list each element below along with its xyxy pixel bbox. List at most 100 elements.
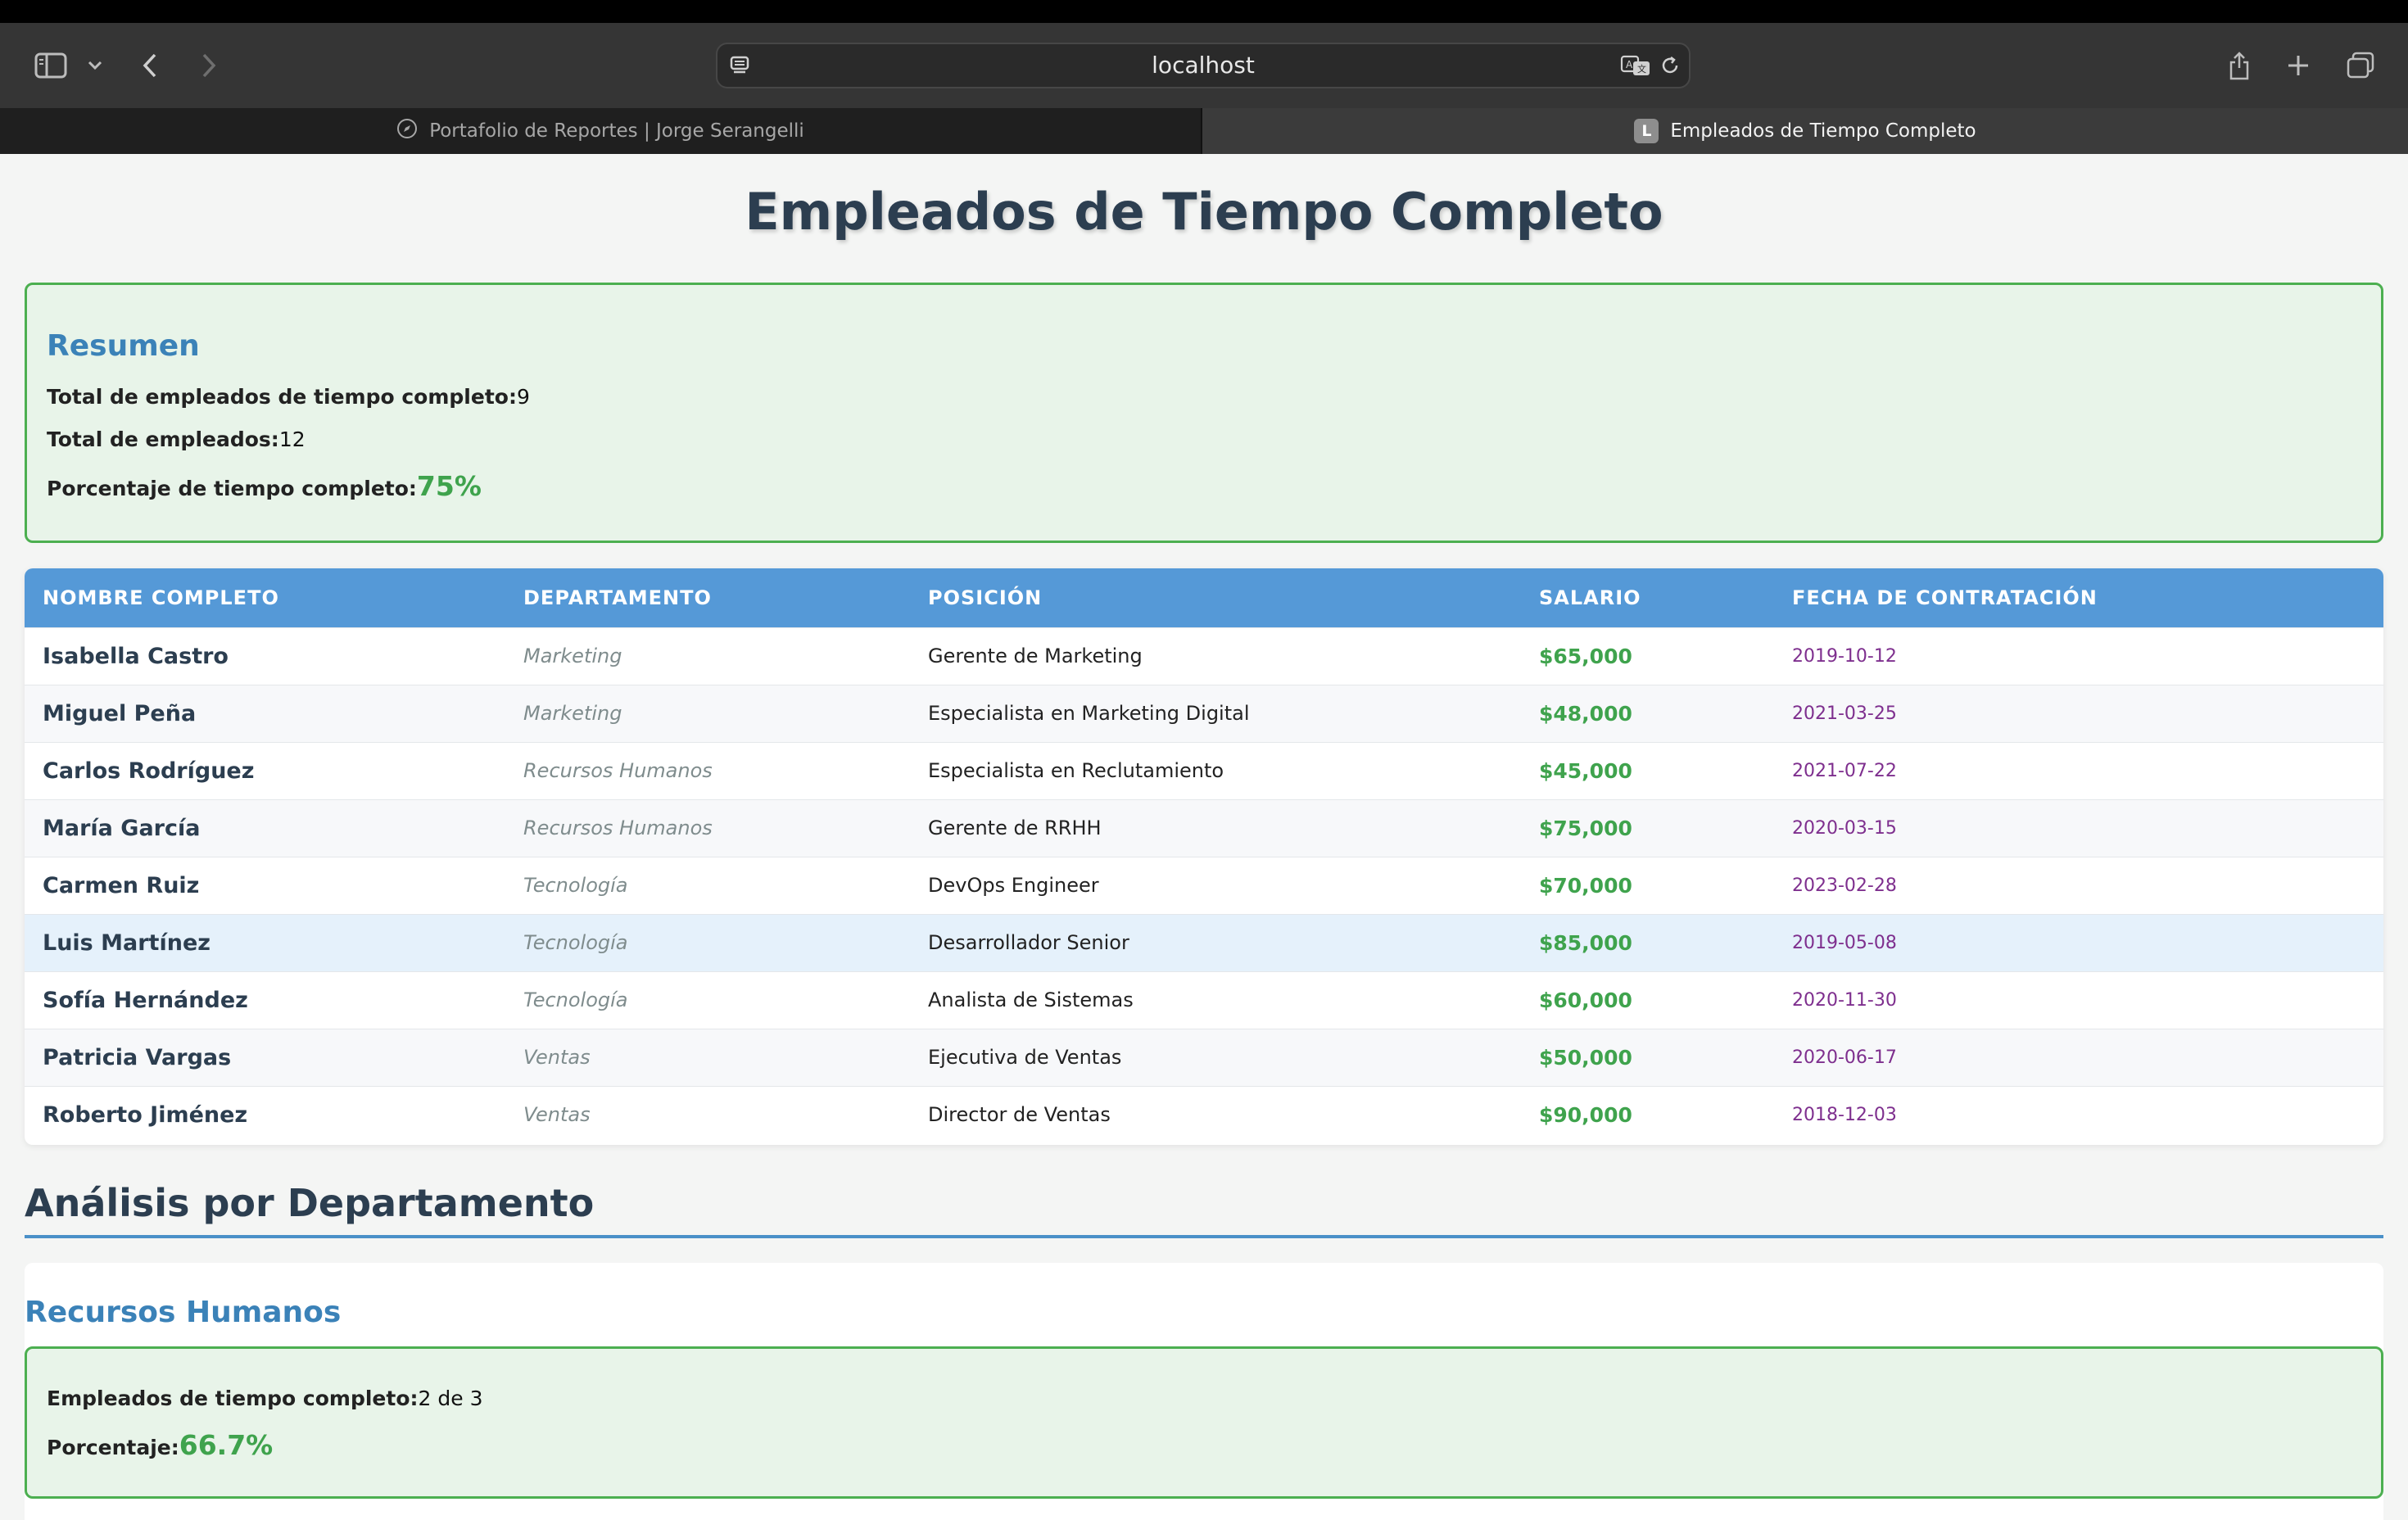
department-name: Recursos Humanos bbox=[25, 1296, 342, 1329]
tab-empleados[interactable]: L Empleados de Tiempo Completo bbox=[1202, 108, 2408, 154]
cell-salary: $65,000 bbox=[1539, 644, 1632, 668]
favicon-l-icon: L bbox=[1634, 119, 1659, 143]
share-icon[interactable] bbox=[2225, 23, 2254, 108]
full-time-total-label: Total de empleados de tiempo completo: bbox=[47, 385, 517, 409]
department-full-time-label: Empleados de tiempo completo: bbox=[47, 1387, 419, 1410]
table-row[interactable]: Patricia Vargas Ventas Ejecutiva de Vent… bbox=[25, 1029, 2383, 1086]
cell-department: Marketing bbox=[523, 645, 622, 667]
cell-salary: $85,000 bbox=[1539, 930, 1632, 955]
tab-label: Empleados de Tiempo Completo bbox=[1670, 120, 1976, 142]
cell-name: Sofía Hernández bbox=[43, 987, 248, 1013]
cell-name: Carmen Ruiz bbox=[43, 872, 200, 898]
full-time-percent-value: 75% bbox=[416, 470, 482, 502]
section-divider bbox=[25, 1235, 2383, 1238]
translate-icon[interactable]: A文 bbox=[1620, 44, 1653, 87]
table-row[interactable]: Miguel Peña Marketing Especialista en Ma… bbox=[25, 685, 2383, 742]
cell-hire-date: 2019-10-12 bbox=[1792, 645, 1897, 667]
full-time-total-line: Total de empleados de tiempo completo:9 bbox=[47, 385, 530, 409]
cell-hire-date: 2020-03-15 bbox=[1792, 817, 1897, 839]
cell-position: Especialista en Reclutamiento bbox=[928, 759, 1224, 782]
table-row[interactable]: Isabella Castro Marketing Gerente de Mar… bbox=[25, 627, 2383, 685]
employees-total-label: Total de empleados: bbox=[47, 428, 279, 451]
column-header-department[interactable]: DEPARTAMENTO bbox=[505, 568, 910, 627]
web-page: Empleados de Tiempo Completo Resumen Tot… bbox=[0, 154, 2408, 1520]
department-stats-box: Empleados de tiempo completo:2 de 3 Porc… bbox=[25, 1346, 2383, 1499]
table-row[interactable]: Roberto Jiménez Ventas Director de Venta… bbox=[25, 1086, 2383, 1143]
column-header-salary[interactable]: SALARIO bbox=[1521, 568, 1774, 627]
tab-bar: Portafolio de Reportes | Jorge Serangell… bbox=[0, 108, 2408, 154]
full-time-percent-label: Porcentaje de tiempo completo: bbox=[47, 477, 417, 500]
cell-department: Recursos Humanos bbox=[523, 759, 713, 782]
department-percent-value: 66.7% bbox=[179, 1429, 274, 1461]
table-row[interactable]: Carlos Rodríguez Recursos Humanos Especi… bbox=[25, 742, 2383, 799]
cell-department: Tecnología bbox=[523, 931, 628, 954]
page-title: Empleados de Tiempo Completo bbox=[745, 182, 1663, 242]
cell-salary: $45,000 bbox=[1539, 758, 1632, 783]
table-row[interactable]: Sofía Hernández Tecnología Analista de S… bbox=[25, 971, 2383, 1029]
svg-text:A: A bbox=[1626, 59, 1633, 70]
employees-table: NOMBRE COMPLETO DEPARTAMENTO POSICIÓN SA… bbox=[25, 568, 2383, 1143]
employees-table-container: NOMBRE COMPLETO DEPARTAMENTO POSICIÓN SA… bbox=[25, 568, 2383, 1145]
table-row[interactable]: María García Recursos Humanos Gerente de… bbox=[25, 799, 2383, 857]
department-card: Recursos Humanos Empleados de tiempo com… bbox=[25, 1263, 2383, 1520]
cell-hire-date: 2021-07-22 bbox=[1792, 760, 1897, 781]
cell-hire-date: 2021-03-25 bbox=[1792, 703, 1897, 724]
new-tab-icon[interactable] bbox=[2284, 23, 2313, 108]
employees-total-line: Total de empleados:12 bbox=[47, 428, 306, 451]
column-header-hire-date[interactable]: FECHA DE CONTRATACIÓN bbox=[1774, 568, 2383, 627]
cell-salary: $48,000 bbox=[1539, 701, 1632, 726]
cell-hire-date: 2020-06-17 bbox=[1792, 1047, 1897, 1068]
table-header-row: NOMBRE COMPLETO DEPARTAMENTO POSICIÓN SA… bbox=[25, 568, 2383, 627]
cell-position: Especialista en Marketing Digital bbox=[928, 702, 1250, 725]
column-header-name[interactable]: NOMBRE COMPLETO bbox=[25, 568, 505, 627]
cell-name: Isabella Castro bbox=[43, 643, 229, 669]
cell-salary: $70,000 bbox=[1539, 873, 1632, 898]
cell-position: Gerente de RRHH bbox=[928, 817, 1102, 839]
cell-hire-date: 2018-12-03 bbox=[1792, 1104, 1897, 1125]
table-row-hovered[interactable]: Luis Martínez Tecnología Desarrollador S… bbox=[25, 914, 2383, 971]
cell-department: Marketing bbox=[523, 702, 622, 725]
cell-salary: $50,000 bbox=[1539, 1045, 1632, 1070]
cell-position: DevOps Engineer bbox=[928, 874, 1099, 897]
cell-name: Patricia Vargas bbox=[43, 1044, 232, 1070]
cell-hire-date: 2023-02-28 bbox=[1792, 875, 1897, 896]
cell-salary: $60,000 bbox=[1539, 988, 1632, 1012]
back-arrow-icon[interactable] bbox=[138, 23, 162, 108]
department-analysis-heading: Análisis por Departamento bbox=[25, 1181, 595, 1225]
cell-department: Recursos Humanos bbox=[523, 817, 713, 839]
sidebar-toggle-icon[interactable] bbox=[31, 23, 70, 108]
department-percent-line: Porcentaje:66.7% bbox=[47, 1429, 273, 1461]
cell-hire-date: 2019-05-08 bbox=[1792, 932, 1897, 953]
full-time-total-value: 9 bbox=[516, 385, 530, 409]
department-percent-label: Porcentaje: bbox=[47, 1436, 179, 1459]
cell-hire-date: 2020-11-30 bbox=[1792, 989, 1897, 1011]
column-header-position[interactable]: POSICIÓN bbox=[910, 568, 1521, 627]
cell-position: Gerente de Marketing bbox=[928, 645, 1143, 667]
cell-name: Carlos Rodríguez bbox=[43, 758, 255, 784]
cell-position: Analista de Sistemas bbox=[928, 988, 1134, 1011]
cell-department: Tecnología bbox=[523, 874, 628, 897]
address-bar[interactable]: localhost A文 bbox=[716, 43, 1691, 88]
cell-position: Desarrollador Senior bbox=[928, 931, 1129, 954]
table-row[interactable]: Carmen Ruiz Tecnología DevOps Engineer $… bbox=[25, 857, 2383, 914]
svg-text:文: 文 bbox=[1637, 63, 1646, 75]
cell-position: Ejecutiva de Ventas bbox=[928, 1046, 1122, 1069]
cell-salary: $75,000 bbox=[1539, 816, 1632, 840]
full-time-percent-line: Porcentaje de tiempo completo:75% bbox=[47, 470, 482, 502]
forward-arrow-icon[interactable] bbox=[197, 23, 221, 108]
reload-icon[interactable] bbox=[1659, 44, 1681, 87]
cell-name: María García bbox=[43, 815, 201, 841]
department-full-time-value: 2 de 3 bbox=[418, 1387, 483, 1410]
tab-overview-icon[interactable] bbox=[2344, 23, 2377, 108]
compass-icon bbox=[396, 118, 418, 144]
cell-department: Tecnología bbox=[523, 988, 628, 1011]
cell-salary: $90,000 bbox=[1539, 1102, 1632, 1127]
chevron-down-icon[interactable] bbox=[85, 23, 105, 108]
cell-name: Luis Martínez bbox=[43, 930, 210, 956]
browser-toolbar: localhost A文 bbox=[0, 23, 2408, 108]
tab-portafolio[interactable]: Portafolio de Reportes | Jorge Serangell… bbox=[0, 108, 1202, 154]
menu-bar-strip bbox=[0, 0, 2408, 23]
cell-department: Ventas bbox=[523, 1046, 591, 1069]
cell-name: Roberto Jiménez bbox=[43, 1102, 248, 1128]
url-text[interactable]: localhost bbox=[717, 44, 1689, 87]
